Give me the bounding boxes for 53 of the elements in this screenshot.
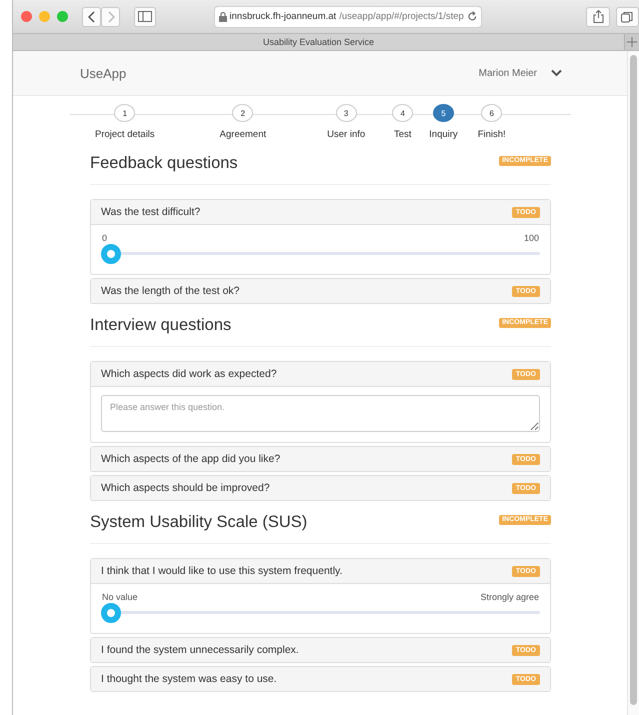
back-button[interactable] bbox=[82, 6, 101, 26]
slider[interactable] bbox=[101, 244, 540, 264]
user-menu[interactable]: Marion Meier bbox=[478, 68, 537, 78]
section-title: System Usability Scale (SUS) bbox=[90, 513, 308, 532]
new-tab-button[interactable] bbox=[624, 34, 639, 50]
step-number[interactable]: 6 bbox=[481, 104, 502, 122]
question-text: Which aspects should be improved? bbox=[101, 482, 270, 494]
slider-max-label: Strongly agree bbox=[480, 592, 539, 602]
question-text: I thought the system was easy to use. bbox=[101, 673, 277, 685]
share-button[interactable] bbox=[586, 6, 610, 26]
tabs-button[interactable] bbox=[616, 6, 639, 26]
step-number[interactable]: 5 bbox=[432, 104, 454, 122]
slider[interactable] bbox=[101, 603, 540, 623]
step-label[interactable]: User info bbox=[327, 129, 366, 140]
step-label[interactable]: Agreement bbox=[220, 129, 266, 140]
question-text: Was the test difficult? bbox=[101, 206, 200, 218]
slider-min-label: No value bbox=[102, 592, 138, 602]
answer-field[interactable]: Please answer this question. bbox=[101, 395, 540, 432]
step-number[interactable]: 4 bbox=[392, 104, 414, 122]
chevron-right-icon[interactable] bbox=[106, 10, 114, 22]
lock-icon bbox=[218, 12, 227, 22]
address-bar[interactable]: innsbruck.fh-joanneum.at /useapp/app/#/projects/1/step bbox=[214, 6, 482, 28]
url-path: /useapp/app/#/projects/1/step bbox=[339, 11, 464, 22]
step-label[interactable]: Inquiry bbox=[429, 129, 458, 140]
section-title: Interview questions bbox=[90, 316, 232, 335]
step-label[interactable]: Finish! bbox=[478, 129, 506, 140]
share-icon[interactable] bbox=[592, 10, 604, 23]
question-text: Which aspects did work as expected? bbox=[101, 368, 277, 380]
chevron-down-icon[interactable] bbox=[551, 69, 562, 77]
step-label[interactable]: Test bbox=[394, 129, 412, 140]
slider-thumb[interactable] bbox=[101, 603, 121, 623]
zoom-icon[interactable] bbox=[57, 11, 68, 22]
slider-thumb[interactable] bbox=[101, 244, 121, 264]
step-number[interactable]: 1 bbox=[114, 104, 136, 122]
url-host: innsbruck.fh-joanneum.at bbox=[230, 11, 336, 22]
section-title: Feedback questions bbox=[90, 154, 238, 173]
chevron-left-icon[interactable] bbox=[88, 10, 96, 22]
question-text: Was the length of the test ok? bbox=[101, 285, 240, 297]
sidebar-icon[interactable] bbox=[138, 11, 152, 22]
slider-min-label: 0 bbox=[102, 233, 108, 243]
slider-max-label: 100 bbox=[524, 233, 539, 243]
step-number[interactable]: 2 bbox=[232, 104, 254, 122]
scrollbar-thumb[interactable] bbox=[630, 55, 637, 705]
question-text: Which aspects of the app did you like? bbox=[101, 453, 280, 465]
question-text: I found the system unnecessarily complex. bbox=[101, 644, 299, 656]
brand-name[interactable]: UseApp bbox=[80, 66, 126, 80]
sidebar-button[interactable] bbox=[134, 6, 156, 26]
close-icon[interactable] bbox=[21, 11, 32, 22]
step-label[interactable]: Project details bbox=[95, 129, 155, 140]
step-number[interactable]: 3 bbox=[336, 104, 357, 122]
question-text: I think that I would like to use this system frequently. bbox=[101, 565, 342, 577]
reload-icon[interactable] bbox=[466, 11, 478, 22]
tabs-icon[interactable] bbox=[621, 10, 634, 22]
